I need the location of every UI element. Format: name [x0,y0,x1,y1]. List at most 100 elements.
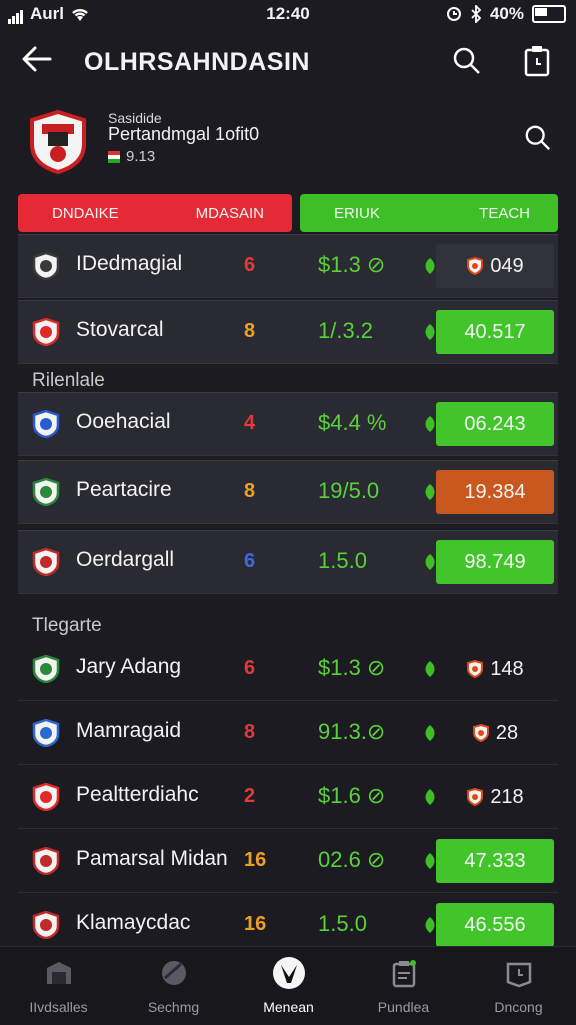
list-item[interactable]: Ooehacial 4 $4.4 % 06.243 [18,392,558,456]
nav-ball[interactable]: Sechmg [116,955,231,1021]
clipboard-timer-icon [524,46,550,77]
tab-red-label-a: DNDAIKE [52,204,119,222]
club-crest-icon [32,548,60,576]
club-crest-icon [32,252,60,280]
search-icon [453,47,480,74]
player-value-text: 47.333 [464,849,526,872]
flag-icon [108,150,120,163]
player-value: 06.243 [436,402,554,446]
player-name: Stovarcal [76,318,164,341]
badge-icon [472,724,489,742]
tab-green-label-b: TEACH [479,204,530,222]
team-meta-value: 9.13 [126,148,156,165]
player-price: $1.3 ⊘ [318,655,386,680]
section-heading-2: Tlegarte [32,615,102,636]
club-crest-icon [32,478,60,506]
player-value: 98.749 [436,540,554,584]
player-value-text: 06.243 [464,412,526,435]
back-button[interactable] [20,44,54,82]
player-rank: 6 [244,254,256,276]
tab-green[interactable]: ERIUK TEACH [300,194,558,232]
player-price: $1.3 ⊘ [318,252,386,277]
team-name: Pertandmgal 1ofit0 [108,124,260,144]
player-value-text: 218 [490,785,524,808]
badge-icon [467,660,484,678]
list-item[interactable]: Pealtterdiahc 2 $1.6 ⊘ 218 [18,766,558,829]
search-icon [525,125,551,151]
player-value-text: 40.517 [464,320,526,343]
player-value: 19.384 [436,470,554,514]
list-item[interactable]: Pamarsal Midan 16 02.6 ⊘ 47.333 [18,830,558,893]
player-value: 148 [436,647,554,691]
player-name: Oerdargall [76,548,175,571]
player-name: Klamaycdac [76,911,191,934]
player-rank: 8 [244,721,256,743]
nav-clipboard[interactable]: Pundlea [346,955,461,1021]
player-price: $1.6 ⊘ [318,783,386,808]
player-rank: 8 [244,320,256,342]
player-rank: 6 [244,657,256,679]
club-crest-icon [32,318,60,346]
player-value: 46.556 [436,903,554,947]
player-rank: 6 [244,550,256,572]
player-value: 47.333 [436,839,554,883]
player-value-text: 049 [490,254,524,277]
status-right: 40% [446,4,566,24]
player-value-text: 148 [490,657,524,680]
page-title: OLHRSAHNDASIN [84,48,310,76]
bluetooth-icon [471,5,482,23]
list-item[interactable]: Peartacire 8 19/5.0 19.384 [18,460,558,524]
player-value: 28 [436,711,554,755]
nav-label: Pundlea [377,999,430,1015]
player-value: 049 [436,244,554,288]
tab-red[interactable]: DNDAIKE MDASAIN [18,194,292,232]
player-name: Peartacire [76,478,172,501]
list-item[interactable]: Oerdargall 6 1.5.0 98.749 [18,530,558,594]
player-rank: 16 [244,913,267,935]
club-crest-icon [32,719,60,747]
player-price: 1.5.0 [318,911,367,936]
nav-clock[interactable]: Dncong [461,955,576,1021]
player-price: 1.5.0 [318,548,367,573]
clock-icon [461,955,576,991]
top-app-bar: OLHRSAHNDASIN [0,36,576,90]
player-price: 02.6 ⊘ [318,847,386,872]
player-name: IDedmagial [76,252,183,275]
player-price: 19/5.0 [318,478,380,503]
nav-stadium[interactable]: IIvdsalles [1,955,116,1021]
section-heading-1: Rilenlale [32,370,105,391]
nav-label: Menean [263,999,314,1015]
nav-player[interactable]: Menean [231,955,346,1021]
list-item[interactable]: Stovarcal 8 1/.3.2 40.517 [18,300,558,364]
badge-icon [467,788,484,806]
player-rank: 16 [244,849,267,871]
filter-tabs: DNDAIKE MDASAIN ERIUK TEACH [18,194,558,232]
club-crest-icon [32,783,60,811]
player-price: $4.4 % [318,410,387,435]
list-item[interactable]: Mamragaid 8 91.3.⊘ 28 [18,702,558,765]
player-name: Pamarsal Midan [76,847,228,870]
player-price: 1/.3.2 [318,318,374,343]
club-crest-icon [32,655,60,683]
ball-icon [116,955,231,991]
player-rank: 8 [244,480,256,502]
status-bar: Aurl 12:40 40% [0,0,576,28]
player-name: Jary Adang [76,655,182,678]
badge-icon [467,257,484,275]
clipboard-button[interactable] [522,44,552,83]
player-rank: 2 [244,785,256,807]
team-search-button[interactable] [524,124,552,157]
tab-green-label-a: ERIUK [334,204,380,222]
list-item[interactable]: IDedmagial 6 $1.3 ⊘ 049 [18,234,558,298]
clipboard-icon [346,955,461,991]
list-item[interactable]: Jary Adang 6 $1.3 ⊘ 148 [18,638,558,701]
player-value-text: 46.556 [464,913,526,936]
player-name: Pealtterdiahc [76,783,199,806]
bottom-nav: IIvdsalles Sechmg Menean Pundlea Dncong [0,946,576,1025]
search-button[interactable] [452,46,482,81]
player-value-text: 28 [495,721,519,744]
player-name: Mamragaid [76,719,182,742]
tab-red-label-b: MDASAIN [195,204,264,222]
player-rank: 4 [244,412,256,434]
nav-label: IIvdsalles [29,999,88,1015]
